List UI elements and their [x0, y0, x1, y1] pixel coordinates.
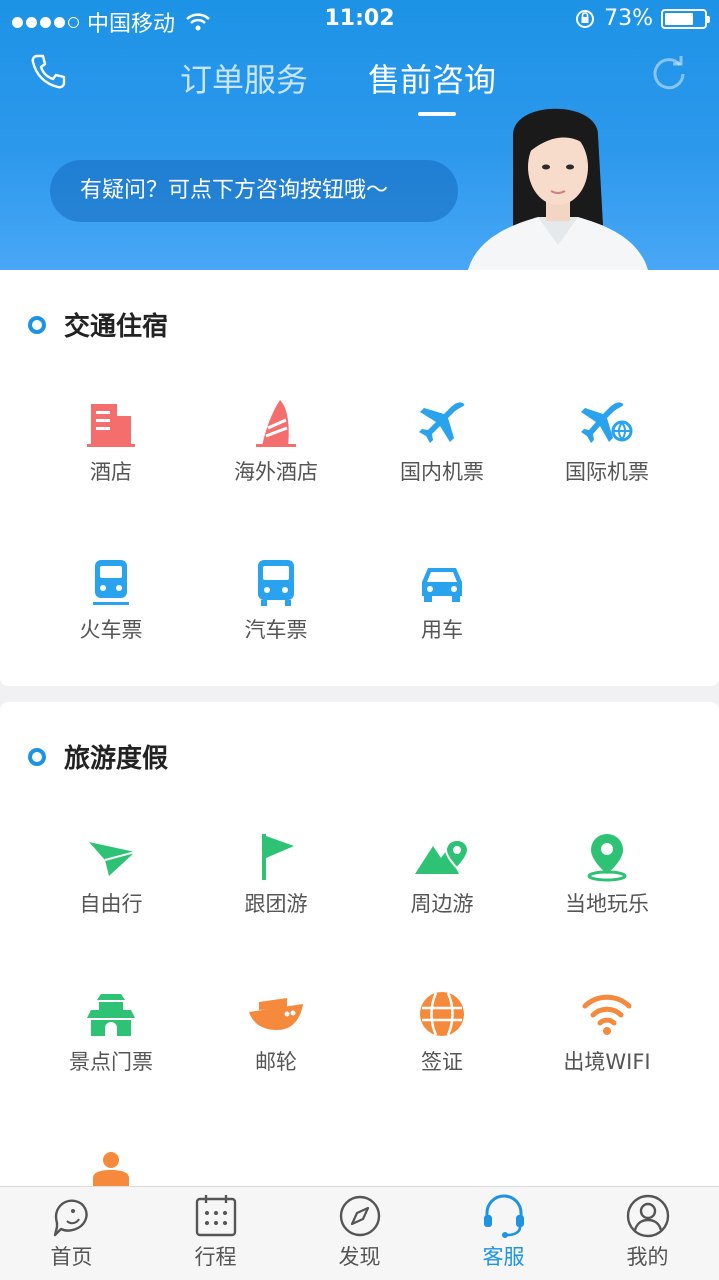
item-label: 国际机票 [565, 460, 649, 484]
phone-icon[interactable] [28, 52, 68, 92]
header: 中国移动 11:02 73% 订单服务 售前咨询 有疑问？可点下方咨询按钮哦～ [0, 0, 719, 270]
item-label: 汽车票 [244, 618, 308, 642]
item-label: 邮轮 [255, 1050, 297, 1074]
tabbar-label: 发现 [338, 1245, 381, 1269]
item-independent-travel[interactable]: 自由行 [28, 830, 194, 918]
item-visa[interactable]: 签证 [359, 988, 525, 1076]
status-right: 73% [574, 6, 710, 31]
item-label: 用车 [421, 618, 463, 642]
tab-active-indicator [418, 112, 456, 116]
agent-avatar [468, 108, 648, 270]
home-dolphin-icon [53, 1199, 88, 1237]
item-partial[interactable] [28, 1148, 194, 1188]
rotation-lock-icon [576, 9, 595, 28]
item-label: 火车票 [79, 618, 143, 642]
item-label: 跟团游 [244, 892, 308, 916]
section-dot-icon [28, 747, 46, 766]
user-icon [626, 1194, 669, 1238]
hint-bubble: 有疑问？可点下方咨询按钮哦～ [50, 160, 458, 222]
section-transport: 交通住宿 酒店 海外酒店 国内机票 国际机票 火车票 汽车票 用车 [0, 270, 719, 686]
section-title: 旅游度假 [28, 738, 168, 775]
calendar-icon [195, 1195, 236, 1237]
bottom-tab-bar: 首页 行程 发现 客服 我的 [0, 1186, 719, 1280]
tab-order-service[interactable]: 订单服务 [180, 55, 308, 101]
item-cruise[interactable]: 邮轮 [193, 988, 359, 1076]
item-hotel[interactable]: 酒店 [28, 398, 194, 486]
location-pin-icon [587, 834, 627, 882]
tabbar-item-discover[interactable]: 发现 [288, 1187, 431, 1280]
cruise-icon [249, 998, 303, 1030]
tabbar-item-itinerary[interactable]: 行程 [144, 1187, 287, 1280]
item-label: 海外酒店 [234, 460, 318, 484]
item-label: 酒店 [90, 460, 132, 484]
item-domestic-flight[interactable]: 国内机票 [359, 398, 525, 486]
item-label: 出境WIFI [563, 1050, 651, 1074]
person-card-icon [93, 1152, 129, 1188]
train-icon [93, 560, 129, 605]
hotel-icon [87, 404, 135, 447]
item-car[interactable]: 用车 [359, 556, 525, 644]
item-international-flight[interactable]: 国际机票 [524, 398, 690, 486]
headset-icon [483, 1194, 524, 1238]
item-nearby-tour[interactable]: 周边游 [359, 830, 525, 918]
refresh-icon[interactable] [649, 52, 689, 92]
item-label: 国内机票 [400, 460, 484, 484]
tabbar-label: 客服 [482, 1245, 525, 1269]
plane-icon [419, 402, 465, 443]
item-label: 自由行 [79, 892, 143, 916]
globe-icon [420, 992, 464, 1036]
tabbar-item-mine[interactable]: 我的 [576, 1187, 719, 1280]
overseas-hotel-icon [256, 400, 296, 447]
item-bus[interactable]: 汽车票 [193, 556, 359, 644]
item-train[interactable]: 火车票 [28, 556, 194, 644]
bus-icon [258, 560, 294, 606]
item-local-fun[interactable]: 当地玩乐 [524, 830, 690, 918]
item-label: 景点门票 [69, 1050, 153, 1074]
tabbar-item-service[interactable]: 客服 [432, 1187, 575, 1280]
item-group-tour[interactable]: 跟团游 [193, 830, 359, 918]
wifi-icon [582, 994, 632, 1035]
compass-icon [339, 1195, 380, 1237]
tabbar-label: 我的 [626, 1245, 669, 1269]
item-label: 签证 [421, 1050, 463, 1074]
tabbar-label: 首页 [50, 1245, 93, 1269]
section-dot-icon [28, 315, 46, 334]
battery-fill [665, 12, 693, 25]
tabbar-item-home[interactable]: 首页 [0, 1187, 143, 1280]
mountain-pin-icon [415, 838, 470, 874]
item-outbound-wifi[interactable]: 出境WIFI [524, 988, 690, 1076]
battery-percent: 73% [604, 6, 653, 31]
paper-plane-icon [89, 842, 136, 876]
section-title-text: 交通住宿 [64, 312, 169, 342]
international-plane-icon [581, 402, 633, 443]
car-icon [422, 568, 462, 602]
section-title-text: 旅游度假 [64, 744, 169, 774]
battery-icon [661, 8, 710, 29]
status-bar: 中国移动 11:02 73% [0, 0, 719, 40]
gate-icon [87, 994, 135, 1036]
item-overseas-hotel[interactable]: 海外酒店 [193, 398, 359, 486]
tabbar-label: 行程 [194, 1245, 237, 1269]
section-vacation: 旅游度假 自由行 跟团游 周边游 当地玩乐 景点门票 邮轮 签证 出境WIFI [0, 702, 719, 1222]
item-label: 当地玩乐 [565, 892, 649, 916]
item-label: 周边游 [410, 892, 474, 916]
section-title: 交通住宿 [28, 306, 168, 343]
flag-icon [262, 834, 294, 880]
item-attraction-tickets[interactable]: 景点门票 [28, 988, 194, 1076]
